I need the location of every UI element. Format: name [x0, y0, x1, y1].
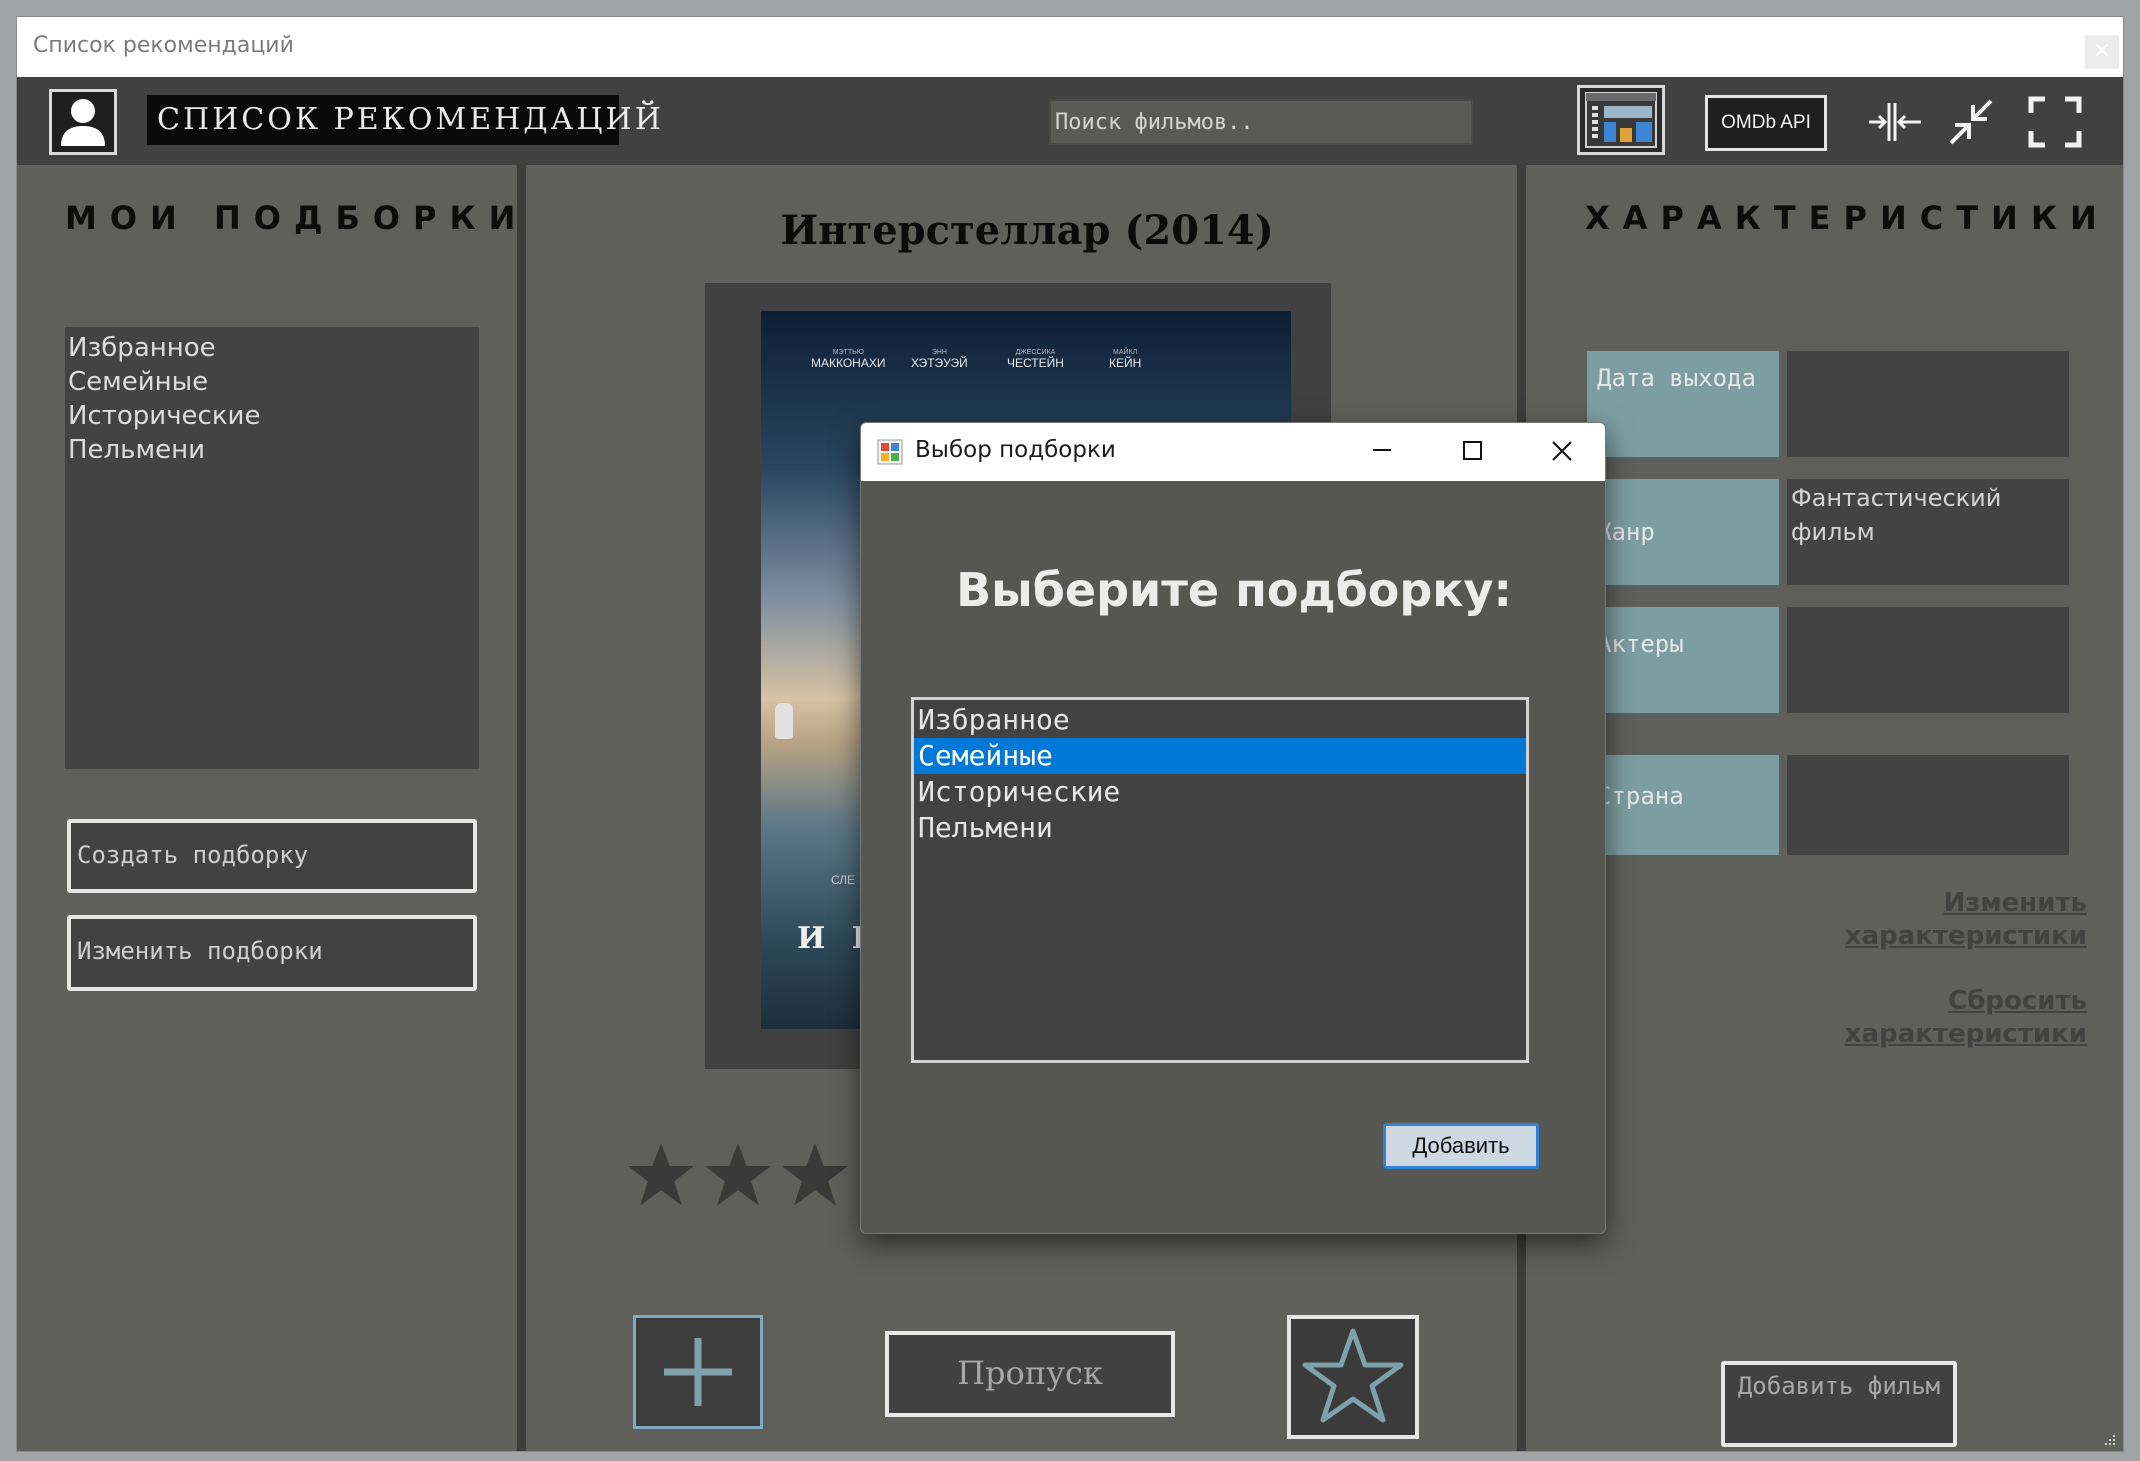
dialog-list-item[interactable]: Пельмени — [914, 810, 1526, 846]
add-to-collection-button[interactable] — [633, 1315, 763, 1429]
minimize-icon — [1949, 99, 1993, 145]
favorite-button[interactable] — [1287, 1315, 1419, 1439]
dialog-maximize-button[interactable] — [1427, 423, 1517, 481]
dialog-list-item-selected[interactable]: Семейные — [914, 738, 1526, 774]
collection-item[interactable]: Семейные — [68, 365, 476, 399]
char-label-release-date: Дата выхода — [1587, 351, 1779, 457]
dialog-titlebar: Выбор подборки — [861, 423, 1605, 481]
rating-star-icon[interactable] — [783, 1143, 847, 1207]
poster-actor: МАЙКЛ КЕЙН — [1109, 349, 1142, 370]
maximize-icon — [1463, 441, 1482, 460]
collapse-icon — [1869, 103, 1921, 141]
app-header: СПИСОК РЕКОМЕНДАЦИЙ OMDb API — [17, 77, 2123, 165]
fullscreen-icon — [2028, 96, 2082, 148]
dashboard-button[interactable] — [1577, 85, 1665, 155]
collections-title: МОИ ПОДБОРКИ — [65, 199, 529, 237]
star-outline-icon — [1302, 1328, 1404, 1423]
profile-button[interactable] — [49, 89, 117, 155]
dialog-list-item[interactable]: Исторические — [914, 774, 1526, 810]
resize-grip-icon[interactable] — [2103, 1433, 2117, 1447]
close-icon — [1552, 441, 1572, 461]
minimize-icon — [1373, 449, 1391, 451]
dialog-minimize-button[interactable] — [1337, 423, 1427, 481]
plus-icon — [664, 1338, 732, 1406]
omdb-api-button[interactable]: OMDb API — [1705, 95, 1827, 151]
char-value-country — [1787, 755, 2069, 855]
movie-title: Интерстеллар (2014) — [780, 207, 1274, 254]
dialog-add-button[interactable]: Добавить — [1383, 1123, 1539, 1169]
app-icon — [877, 439, 903, 465]
dialog-close-button[interactable] — [1517, 423, 1605, 481]
dialog-collections-list[interactable]: Избранное Семейные Исторические Пельмени — [911, 697, 1529, 1063]
dialog-heading: Выберите подборку: — [956, 563, 1512, 617]
minimize-button[interactable] — [1941, 93, 2001, 151]
collapse-button[interactable] — [1865, 93, 1925, 151]
collection-item[interactable]: Исторические — [68, 399, 476, 433]
char-label-country: Страна — [1587, 755, 1779, 855]
left-divider — [517, 165, 526, 1451]
char-value-actors — [1787, 607, 2069, 713]
app-logo: СПИСОК РЕКОМЕНДАЦИЙ — [147, 95, 661, 145]
create-collection-button[interactable]: Создать подборку — [67, 819, 477, 893]
search-input[interactable] — [1049, 99, 1473, 145]
reset-characteristics-link[interactable]: Сбросить характеристики — [1797, 985, 2087, 1051]
poster-actor: ЭНН ХЭТЭУЭЙ — [911, 349, 968, 370]
fullscreen-button[interactable] — [2025, 93, 2085, 151]
char-value-genre: Фантастический фильм — [1787, 479, 2069, 585]
dialog-list-item[interactable]: Избранное — [914, 702, 1526, 738]
characteristics-title: ХАРАКТЕРИСТИКИ — [1585, 199, 2110, 237]
skip-button[interactable]: Пропуск — [885, 1331, 1175, 1417]
user-icon — [61, 99, 105, 146]
window-titlebar: Список рекомендаций × — [17, 17, 2123, 77]
char-value-release-date — [1787, 351, 2069, 457]
char-label-actors: Актеры — [1587, 607, 1779, 713]
select-collection-dialog: Выбор подборки Выберите подборку: Избран… — [860, 422, 1606, 1234]
poster-subtext: СЛЕ — [831, 873, 856, 887]
window-close-button[interactable]: × — [2085, 35, 2119, 69]
window-title: Список рекомендаций — [33, 33, 294, 58]
collection-item[interactable]: Пельмени — [68, 433, 476, 467]
poster-actor: ДЖЕССИКА ЧЕСТЕЙН — [1007, 349, 1064, 370]
char-label-genre: Жанр — [1587, 479, 1779, 585]
add-film-button[interactable]: Добавить фильм — [1721, 1361, 1957, 1447]
rating-star-icon[interactable] — [629, 1143, 693, 1207]
dashboard-icon — [1585, 92, 1657, 148]
edit-collections-button[interactable]: Изменить подборки — [67, 915, 477, 991]
poster-astronaut — [775, 703, 793, 739]
dialog-title: Выбор подборки — [915, 437, 1116, 463]
edit-characteristics-link[interactable]: Изменить характеристики — [1797, 887, 2087, 953]
rating-star-icon[interactable] — [706, 1143, 770, 1207]
collection-item[interactable]: Избранное — [68, 331, 476, 365]
collections-list[interactable]: Избранное Семейные Исторические Пельмени — [65, 327, 479, 769]
poster-actor: МЭТТЬЮ МАККОНАХИ — [811, 349, 886, 370]
